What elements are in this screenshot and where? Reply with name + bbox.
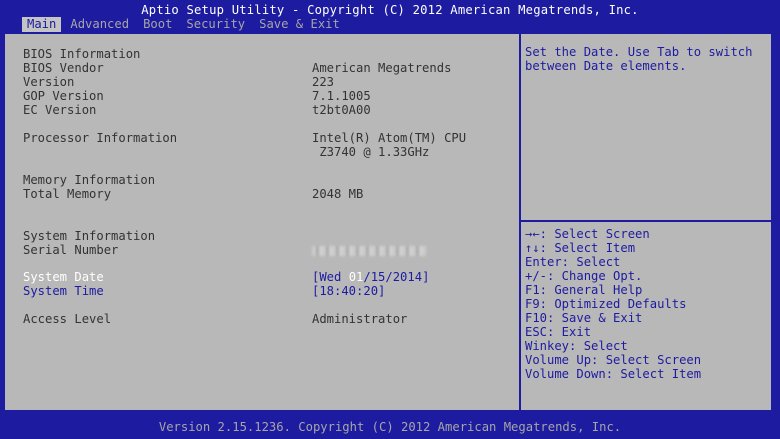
key-legend: →←: Select Screen ↑↓: Select Item Enter:…: [525, 227, 701, 381]
menu-security[interactable]: Security: [181, 17, 250, 32]
help-text: Set the Date. Use Tab to switch between …: [525, 45, 753, 73]
serial-number-label: Serial Number: [23, 243, 119, 257]
ec-version-value: t2bt0A00: [312, 103, 371, 117]
serial-number-redacted: [312, 243, 426, 257]
help-pane: Set the Date. Use Tab to switch between …: [521, 34, 771, 410]
key-save-exit: F10: Save & Exit: [525, 311, 643, 325]
system-date-field[interactable]: [Wed 01/15/2014]: [312, 270, 429, 284]
bios-vendor-value: American Megatrends: [312, 61, 452, 75]
processor-info-label: Processor Information: [23, 131, 178, 145]
key-optimized-defaults: F9: Optimized Defaults: [525, 297, 687, 311]
total-memory-value: 2048 MB: [312, 187, 364, 201]
key-esc-exit: ESC: Exit: [525, 325, 592, 339]
key-select-screen: →←: Select Screen: [525, 227, 650, 241]
menu-boot[interactable]: Boot: [138, 17, 177, 32]
total-memory-label: Total Memory: [23, 187, 112, 201]
processor-value-line1: Intel(R) Atom(TM) CPU: [312, 131, 467, 145]
access-level-value: Administrator: [312, 312, 408, 326]
redacted-serial: [312, 245, 426, 256]
key-enter-select: Enter: Select: [525, 255, 621, 269]
help-divider: [521, 220, 771, 222]
ec-version-label: EC Version: [23, 103, 97, 117]
processor-value-line2: Z3740 @ 1.33GHz: [312, 145, 430, 159]
system-date-suffix: /15/2014]: [363, 270, 430, 284]
gop-version-value: 7.1.1005: [312, 89, 371, 103]
gop-version-label: GOP Version: [23, 89, 104, 103]
system-time-field[interactable]: [18:40:20]: [312, 284, 385, 298]
bios-info-heading: BIOS Information: [23, 47, 141, 61]
bios-vendor-label: BIOS Vendor: [23, 61, 104, 75]
key-winkey-select: Winkey: Select: [525, 339, 628, 353]
version-label: Version: [23, 75, 75, 89]
system-date-prefix: [Wed: [312, 270, 349, 284]
key-volume-down: Volume Down: Select Item: [525, 367, 702, 381]
key-change-opt: +/-: Change Opt.: [525, 269, 643, 283]
main-settings-pane: BIOS Information BIOS Vendor American Me…: [5, 34, 519, 410]
menu-main[interactable]: Main: [22, 17, 62, 32]
menu-save-exit[interactable]: Save & Exit: [254, 17, 345, 32]
memory-info-heading: Memory Information: [23, 173, 156, 187]
key-general-help: F1: General Help: [525, 283, 643, 297]
system-date-month[interactable]: 01: [349, 270, 364, 284]
footer-version: Version 2.15.1236. Copyright (C) 2012 Am…: [158, 420, 622, 434]
top-bar: Aptio Setup Utility - Copyright (C) 2012…: [0, 0, 780, 32]
utility-title: Aptio Setup Utility - Copyright (C) 2012…: [141, 3, 639, 17]
main-menu: Main Advanced Boot Security Save & Exit: [22, 17, 349, 32]
version-value: 223: [312, 75, 335, 89]
system-info-heading: System Information: [23, 229, 156, 243]
system-date-label[interactable]: System Date: [23, 270, 104, 284]
system-time-label[interactable]: System Time: [23, 284, 104, 298]
bottom-bar: Version 2.15.1236. Copyright (C) 2012 Am…: [0, 412, 780, 439]
access-level-label: Access Level: [23, 312, 112, 326]
setup-frame: BIOS Information BIOS Vendor American Me…: [3, 32, 773, 412]
menu-advanced[interactable]: Advanced: [65, 17, 134, 32]
key-select-item: ↑↓: Select Item: [525, 241, 636, 255]
key-volume-up: Volume Up: Select Screen: [525, 353, 702, 367]
